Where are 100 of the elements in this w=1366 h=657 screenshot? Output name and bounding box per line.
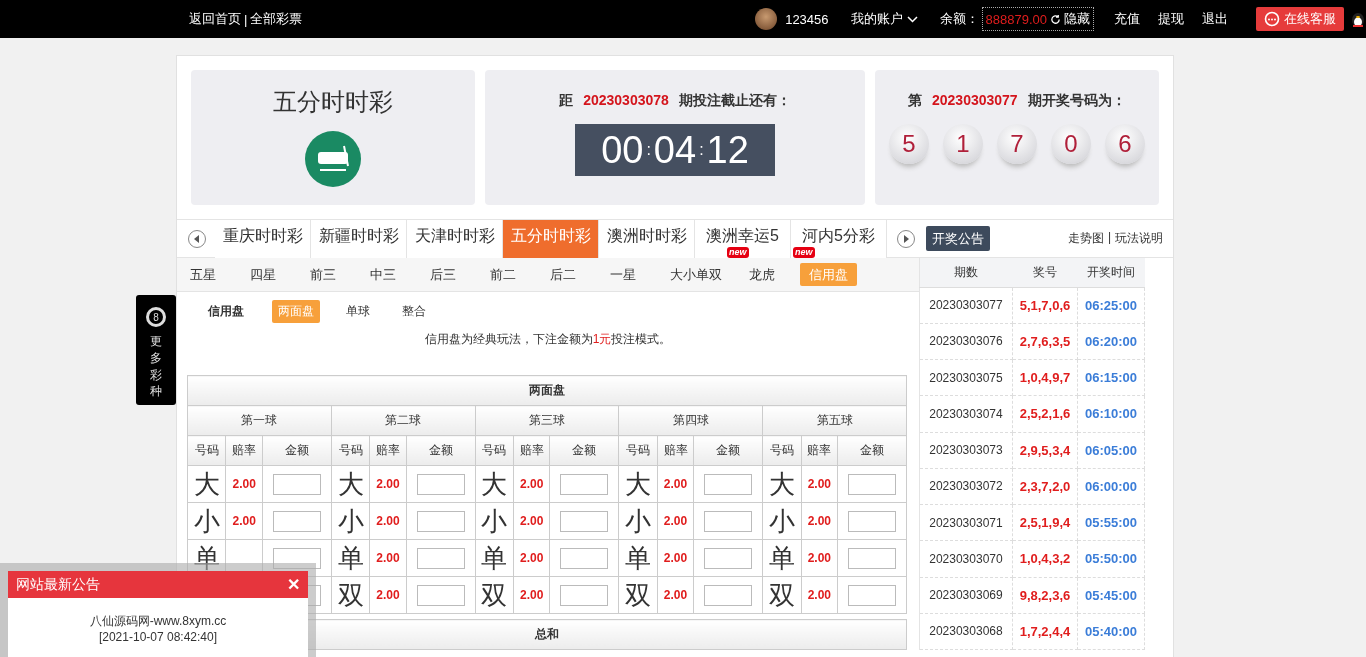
issue-cell: 20230303071 xyxy=(919,504,1013,541)
odds: 2.00 xyxy=(663,514,688,528)
info-link[interactable]: 走势图 xyxy=(1067,230,1104,247)
odds: 2.00 xyxy=(376,514,400,528)
amount-input[interactable] xyxy=(416,510,465,532)
odds: 2.00 xyxy=(663,588,688,602)
more-lotteries-tab[interactable]: 8 更多彩种 xyxy=(136,295,176,405)
amount-input[interactable] xyxy=(848,547,896,569)
lottery-tab[interactable]: 澳洲时时彩 xyxy=(599,219,695,258)
ball-icon: 8 xyxy=(146,307,166,327)
time-cell: 05:55:00 xyxy=(1077,504,1145,541)
amount-input[interactable] xyxy=(848,510,896,532)
amount-input[interactable] xyxy=(704,473,753,495)
column-header: 开奖时间 xyxy=(1077,258,1145,287)
chevron-down-icon xyxy=(906,15,918,23)
play-tab[interactable]: 前三 xyxy=(301,263,345,286)
amount-input[interactable] xyxy=(416,584,465,606)
refresh-icon[interactable] xyxy=(1050,13,1061,25)
amount-input[interactable] xyxy=(560,547,609,569)
lottery-tab[interactable]: 重庆时时彩 xyxy=(215,219,311,258)
odds: 2.00 xyxy=(807,551,831,565)
numbers-cell: 1,7,2,4,4 xyxy=(1012,613,1078,650)
time-cell: 06:20:00 xyxy=(1077,323,1145,360)
lottery-tab[interactable]: 河内5分彩 new xyxy=(791,219,887,258)
info-link[interactable]: 玩法说明 xyxy=(1115,230,1163,247)
amount-input[interactable] xyxy=(560,584,609,606)
separator: | xyxy=(244,11,248,27)
lottery-tab[interactable]: 新疆时时彩 xyxy=(311,219,407,258)
time-cell: 06:00:00 xyxy=(1077,468,1145,505)
play-tab[interactable]: 前二 xyxy=(481,263,525,286)
previous-button[interactable] xyxy=(188,229,206,248)
column-header: 金额 xyxy=(406,435,476,466)
announcement-button[interactable]: 开奖公告 xyxy=(926,226,990,251)
close-button[interactable]: ✕ xyxy=(287,575,300,594)
lottery-tab[interactable]: 天津时时彩 xyxy=(407,219,503,258)
odds: 2.00 xyxy=(520,588,544,602)
play-tab[interactable]: 一星 xyxy=(601,263,645,286)
nav-link[interactable]: 充值 xyxy=(1114,10,1140,28)
amount-input[interactable] xyxy=(560,510,609,532)
amount-input[interactable] xyxy=(704,510,753,532)
penguin-icon[interactable] xyxy=(1350,10,1366,28)
play-tab[interactable]: 五星 xyxy=(181,263,225,286)
nav-link[interactable]: 返回首页 xyxy=(189,10,241,28)
amount-input[interactable] xyxy=(416,473,465,495)
amount-input[interactable] xyxy=(848,584,896,606)
play-tab[interactable]: 大小单双 xyxy=(661,263,731,286)
odds: 2.00 xyxy=(807,477,831,491)
result-ball: 1 xyxy=(942,124,983,164)
online-service-button[interactable]: 在线客服 xyxy=(1256,7,1344,31)
odds: 2.00 xyxy=(663,477,688,491)
amount-input[interactable] xyxy=(416,547,465,569)
amount-input[interactable] xyxy=(704,547,753,569)
bet-label: 单 xyxy=(481,542,508,573)
play-tab[interactable]: 后三 xyxy=(421,263,465,286)
lottery-tab[interactable]: 澳洲幸运5 new xyxy=(695,219,791,258)
play-tab[interactable]: 四星 xyxy=(241,263,285,286)
odds: 2.00 xyxy=(232,514,256,528)
account-menu[interactable]: 我的账户 xyxy=(850,10,918,28)
amount-input[interactable] xyxy=(560,473,609,495)
amount-input[interactable] xyxy=(272,547,321,569)
time-cell: 06:25:00 xyxy=(1077,287,1145,324)
odds: 2.00 xyxy=(807,514,831,528)
hide-link[interactable]: 隐藏 xyxy=(1064,10,1090,28)
odds: 2.00 xyxy=(807,588,831,602)
numbers-cell: 1,0,4,3,2 xyxy=(1012,540,1078,577)
amount-input[interactable] xyxy=(848,473,896,495)
numbers-cell: 2,3,7,2,0 xyxy=(1012,468,1078,505)
play-tab[interactable]: 中三 xyxy=(361,263,405,286)
time-cell: 06:15:00 xyxy=(1077,359,1145,396)
next-button[interactable] xyxy=(897,229,915,248)
odds: 2.00 xyxy=(663,551,688,565)
result-line: 第 20230303077 期开奖号码为： xyxy=(908,92,1126,110)
amount-input[interactable] xyxy=(272,510,321,532)
bet-label: 双 xyxy=(625,579,652,610)
odds: 2.00 xyxy=(520,477,544,491)
group-header: 第三球 xyxy=(475,405,619,436)
mode-tab[interactable]: 单球 xyxy=(340,299,376,323)
issue-cell: 20230303077 xyxy=(919,287,1013,324)
nav-link[interactable]: 全部彩票 xyxy=(250,10,303,28)
bet-label: 单 xyxy=(768,542,795,573)
result-ball: 0 xyxy=(1050,124,1091,164)
bet-label: 大 xyxy=(193,468,220,499)
popup-title: 网站最新公告 xyxy=(16,575,101,594)
play-tab[interactable]: 后二 xyxy=(541,263,585,286)
mode-tab[interactable]: 整合 xyxy=(396,299,432,323)
bet-label: 小 xyxy=(768,505,795,536)
headset-icon xyxy=(1264,11,1280,27)
play-tab[interactable]: 龙虎 xyxy=(740,263,784,286)
bet-label: 小 xyxy=(625,505,652,536)
column-header: 号码 xyxy=(187,435,226,466)
nav-link[interactable]: 退出 xyxy=(1202,10,1228,28)
avatar xyxy=(755,8,778,30)
triangle-left-icon xyxy=(193,234,201,243)
amount-input[interactable] xyxy=(704,584,753,606)
triangle-right-icon xyxy=(902,234,910,243)
amount-input[interactable] xyxy=(272,473,321,495)
balance-amount: 888879.00 xyxy=(985,11,1047,27)
nav-link[interactable]: 提现 xyxy=(1158,10,1184,28)
bet-label: 大 xyxy=(625,468,652,499)
odds: 2.00 xyxy=(376,477,400,491)
